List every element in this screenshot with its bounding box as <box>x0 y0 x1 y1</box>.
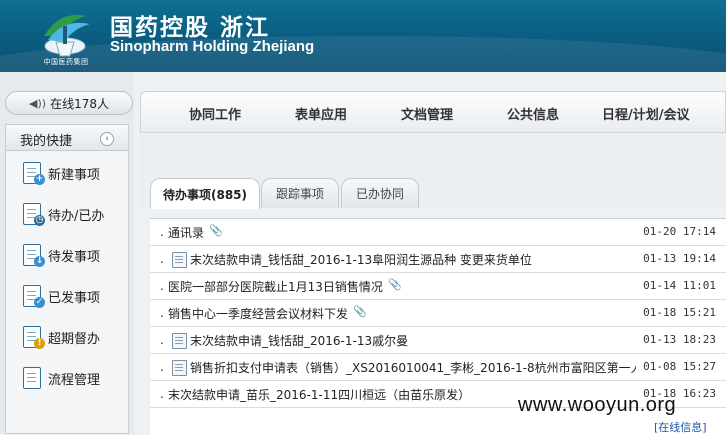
todo-icon: ◷ <box>20 201 46 227</box>
row-title[interactable]: 销售折扣支付申请表（销售）_XS2016010041_李彬_2016-1-8杭州… <box>190 359 636 376</box>
workflow-icon <box>20 365 46 391</box>
quick-item-label: 超期督办 <box>48 331 101 347</box>
row-date: 01-20 17:14 <box>643 225 716 238</box>
quick-item[interactable]: ✓ 已发事项 <box>20 282 128 310</box>
row-title[interactable]: 末次结款申请_苗乐_2016-1-11四川桓远（由苗乐原发） <box>168 386 470 403</box>
attachment-icon: 📎 <box>353 305 367 318</box>
overdue-icon: ! <box>20 324 46 350</box>
watermark: www.wooyun.org <box>518 394 677 416</box>
row-date: 01-18 15:21 <box>643 306 716 319</box>
quick-item-label: 已发事项 <box>48 290 101 306</box>
new-item-icon: + <box>20 160 46 186</box>
row-title[interactable]: 末次结款申请_钱恬甜_2016-1-13阜阳润生源品种 变更来货单位 <box>190 251 532 268</box>
speaker-icon: ◀)) <box>29 96 47 110</box>
top-nav: 协同工作 表单应用 文档管理 公共信息 日程/计划/会议 <box>140 91 726 133</box>
quick-item[interactable]: + 新建事项 <box>20 159 128 187</box>
bullet: . <box>160 306 164 320</box>
table-row[interactable]: . 销售折扣支付申请表（销售）_XS2016010041_李彬_2016-1-8杭… <box>150 354 726 381</box>
nav-documents[interactable]: 文档管理 <box>401 104 453 123</box>
sidebar: ◀)) 在线178人 我的快捷 ‹ + 新建事项 ◷ 待办/已办 ↓ 待发事项 ✓ 已发事项!… <box>0 72 134 434</box>
tab-done[interactable]: 已办协同 <box>341 178 419 208</box>
row-date: 01-13 18:23 <box>643 333 716 346</box>
header-sheen <box>0 36 726 72</box>
tab-todo[interactable]: 待办事项(885) <box>150 178 260 209</box>
quick-panel-title: 我的快捷 <box>20 134 73 149</box>
quick-item[interactable]: 流程管理 <box>20 364 128 392</box>
table-row[interactable]: . 末次结款申请_钱恬甜_2016-1-13阜阳润生源品种 变更来货单位 01-13… <box>150 246 726 273</box>
bullet: . <box>160 333 164 347</box>
quick-item-label: 流程管理 <box>48 372 101 388</box>
table-row[interactable]: . 末次结款申请_钱恬甜_2016-1-13戚尔曼 01-13 18:23 <box>150 327 726 354</box>
quick-item[interactable]: ◷ 待办/已办 <box>20 200 128 228</box>
nav-forms[interactable]: 表单应用 <box>295 104 347 123</box>
pending-send-icon: ↓ <box>20 242 46 268</box>
table-row[interactable]: . 医院一部部分医院截止1月13日销售情况 📎 01-14 11:01 <box>150 273 726 300</box>
row-title[interactable]: 末次结款申请_钱恬甜_2016-1-13戚尔曼 <box>190 332 408 349</box>
tab-tracking[interactable]: 跟踪事项 <box>261 178 339 208</box>
table-row[interactable]: . 通讯录 📎 01-20 17:14 <box>150 219 726 246</box>
table-row[interactable]: . 销售中心一季度经营会议材料下发 📎 01-18 15:21 <box>150 300 726 327</box>
sent-icon: ✓ <box>20 283 46 309</box>
logo-caption: 中国医药集团 <box>43 58 89 66</box>
bullet: . <box>160 279 164 293</box>
brand-title-cn: 国药控股 浙江 <box>110 15 271 41</box>
bullet: . <box>160 225 164 239</box>
tab-strip: 待办事项(885) 跟踪事项 已办协同 <box>140 133 726 209</box>
bullet: . <box>160 387 164 401</box>
row-title[interactable]: 医院一部部分医院截止1月13日销售情况 <box>168 278 383 295</box>
quick-panel-header: 我的快捷 ‹ <box>5 124 129 150</box>
row-title[interactable]: 通讯录 <box>168 224 204 241</box>
online-count: 在线178人 <box>50 96 109 111</box>
row-date: 01-08 15:27 <box>643 360 716 373</box>
form-icon <box>172 333 187 349</box>
bullet: . <box>160 252 164 266</box>
row-title[interactable]: 销售中心一季度经营会议材料下发 <box>168 305 348 322</box>
quick-item[interactable]: ↓ 待发事项 <box>20 241 128 269</box>
nav-schedule[interactable]: 日程/计划/会议 <box>602 104 690 123</box>
quick-list: + 新建事项 ◷ 待办/已办 ↓ 待发事项 ✓ 已发事项! 超期督办 流程管理 <box>5 150 129 434</box>
nav-collaboration[interactable]: 协同工作 <box>189 104 241 123</box>
quick-item-label: 待发事项 <box>48 249 101 265</box>
quick-item[interactable]: ! 超期督办 <box>20 323 128 351</box>
quick-item-label: 待办/已办 <box>48 208 105 224</box>
bullet: . <box>160 360 164 374</box>
online-users-button[interactable]: ◀)) 在线178人 <box>5 91 133 115</box>
form-icon <box>172 252 187 268</box>
row-date: 01-14 11:01 <box>643 279 716 292</box>
nav-public-info[interactable]: 公共信息 <box>507 104 559 123</box>
attachment-icon: 📎 <box>388 278 402 291</box>
form-icon <box>172 360 187 376</box>
row-date: 01-13 19:14 <box>643 252 716 265</box>
app-header: 中国医药集团 国药控股 浙江 Sinopharm Holding Zhejian… <box>0 0 726 72</box>
attachment-icon: 📎 <box>209 224 223 237</box>
brand-title-en: Sinopharm Holding Zhejiang <box>110 38 315 55</box>
collapse-icon[interactable]: ‹ <box>100 132 114 146</box>
quick-item-label: 新建事项 <box>48 167 101 183</box>
online-info-link[interactable]: [在线信息] <box>654 419 707 435</box>
